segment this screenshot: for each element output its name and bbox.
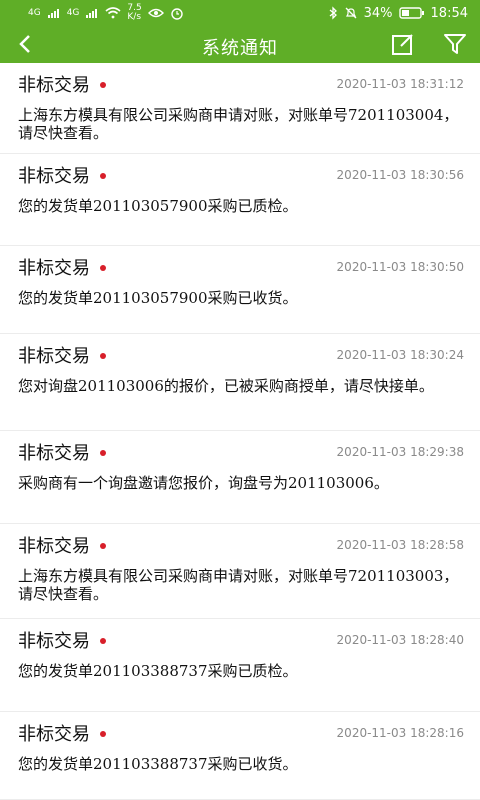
notification-header: 非标交易 2020-11-03 18:31:12 <box>18 71 464 97</box>
notification-time: 2020-11-03 18:30:50 <box>336 260 464 274</box>
notification-time: 2020-11-03 18:31:12 <box>336 77 464 91</box>
notification-sender: 非标交易 <box>18 720 106 746</box>
eye-icon <box>147 8 164 18</box>
unread-dot-icon <box>100 264 106 271</box>
notification-item[interactable]: 非标交易 2020-11-03 18:28:58 上海东方模具有限公司采购商申请… <box>0 524 480 619</box>
network-speed-unit: K/s <box>127 12 142 22</box>
sender-label: 非标交易 <box>18 443 90 464</box>
notification-message: 您的发货单201103057900采购已质检。 <box>18 197 298 215</box>
network-type-2: 4G <box>66 7 80 18</box>
sender-label: 非标交易 <box>18 75 90 96</box>
notification-header: 非标交易 2020-11-03 18:30:24 <box>18 342 464 368</box>
unread-dot-icon <box>100 730 106 737</box>
notification-list: 非标交易 2020-11-03 18:31:12 上海东方模具有限公司采购商申请… <box>0 63 480 800</box>
unread-dot-icon <box>100 172 106 179</box>
notification-time: 2020-11-03 18:28:58 <box>336 538 464 552</box>
battery-icon <box>398 7 424 19</box>
title-bar: 系统通知 <box>0 26 480 63</box>
notification-item[interactable]: 非标交易 2020-11-03 18:30:50 您的发货单2011030579… <box>0 246 480 334</box>
notification-header: 非标交易 2020-11-03 18:28:16 <box>18 720 464 746</box>
notification-time: 2020-11-03 18:29:38 <box>336 445 464 459</box>
unread-dot-icon <box>100 637 106 644</box>
network-type-1: 4G <box>28 7 41 18</box>
notification-sender: 非标交易 <box>18 162 106 188</box>
unread-dot-icon <box>100 449 106 456</box>
notification-sender: 非标交易 <box>18 254 106 280</box>
status-left: 4G 4G 7.5 K/s <box>28 4 184 22</box>
notification-item[interactable]: 非标交易 2020-11-03 18:29:38 采购商有一个询盘邀请您报价，询… <box>0 431 480 524</box>
notification-header: 非标交易 2020-11-03 18:30:50 <box>18 254 464 280</box>
notification-item[interactable]: 非标交易 2020-11-03 18:28:40 您的发货单2011033887… <box>0 619 480 712</box>
unread-dot-icon <box>100 542 106 549</box>
compose-icon[interactable] <box>390 31 416 57</box>
notification-time: 2020-11-03 18:30:24 <box>336 348 464 362</box>
signal-icon-2 <box>86 9 98 18</box>
status-right: 34% 18:54 <box>328 6 468 21</box>
sender-label: 非标交易 <box>18 166 90 187</box>
network-speed: 7.5 K/s <box>127 4 141 22</box>
notification-item[interactable]: 非标交易 2020-11-03 18:30:24 您对询盘201103006的报… <box>0 334 480 431</box>
notification-sender: 非标交易 <box>18 627 106 653</box>
notification-header: 非标交易 2020-11-03 18:28:58 <box>18 532 464 558</box>
wifi-icon <box>105 7 121 19</box>
bluetooth-icon <box>329 6 337 20</box>
notification-sender: 非标交易 <box>18 342 106 368</box>
notification-message: 您的发货单201103388737采购已收货。 <box>18 755 298 773</box>
notification-sender: 非标交易 <box>18 71 106 97</box>
notification-time: 2020-11-03 18:28:40 <box>336 633 464 647</box>
unread-dot-icon <box>100 81 106 88</box>
notification-message: 上海东方模具有限公司采购商申请对账，对账单号7201103004，请尽快查看。 <box>18 106 459 142</box>
notification-message: 您的发货单201103057900采购已收货。 <box>18 289 298 307</box>
notification-sender: 非标交易 <box>18 439 106 465</box>
battery-percent: 34% <box>363 5 393 21</box>
notification-header: 非标交易 2020-11-03 18:30:56 <box>18 162 464 188</box>
unread-dot-icon <box>100 352 106 359</box>
sender-label: 非标交易 <box>18 346 90 367</box>
notification-item[interactable]: 非标交易 2020-11-03 18:28:16 您的发货单2011033887… <box>0 712 480 800</box>
notification-message: 您对询盘201103006的报价，已被采购商授单，请尽快接单。 <box>18 377 434 395</box>
sender-label: 非标交易 <box>18 724 90 745</box>
sender-label: 非标交易 <box>18 258 90 279</box>
notification-message: 您的发货单201103388737采购已质检。 <box>18 662 298 680</box>
mute-icon <box>345 7 357 19</box>
sender-label: 非标交易 <box>18 536 90 557</box>
filter-icon[interactable] <box>442 31 468 57</box>
notification-header: 非标交易 2020-11-03 18:29:38 <box>18 439 464 465</box>
alarm-icon <box>171 8 183 20</box>
app-bar: 4G 4G 7.5 K/s 34% 18:54 系统通知 <box>0 0 480 63</box>
clock: 18:54 <box>430 5 468 21</box>
signal-icon <box>47 9 59 18</box>
notification-sender: 非标交易 <box>18 532 106 558</box>
notification-item[interactable]: 非标交易 2020-11-03 18:31:12 上海东方模具有限公司采购商申请… <box>0 63 480 154</box>
sender-label: 非标交易 <box>18 631 90 652</box>
notification-time: 2020-11-03 18:28:16 <box>336 726 464 740</box>
notification-time: 2020-11-03 18:30:56 <box>336 168 464 182</box>
notification-item[interactable]: 非标交易 2020-11-03 18:30:56 您的发货单2011030579… <box>0 154 480 246</box>
notification-message: 采购商有一个询盘邀请您报价，询盘号为201103006。 <box>18 474 389 492</box>
notification-header: 非标交易 2020-11-03 18:28:40 <box>18 627 464 653</box>
status-bar: 4G 4G 7.5 K/s 34% 18:54 <box>0 0 480 26</box>
notification-message: 上海东方模具有限公司采购商申请对账，对账单号7201103003，请尽快查看。 <box>18 567 459 603</box>
